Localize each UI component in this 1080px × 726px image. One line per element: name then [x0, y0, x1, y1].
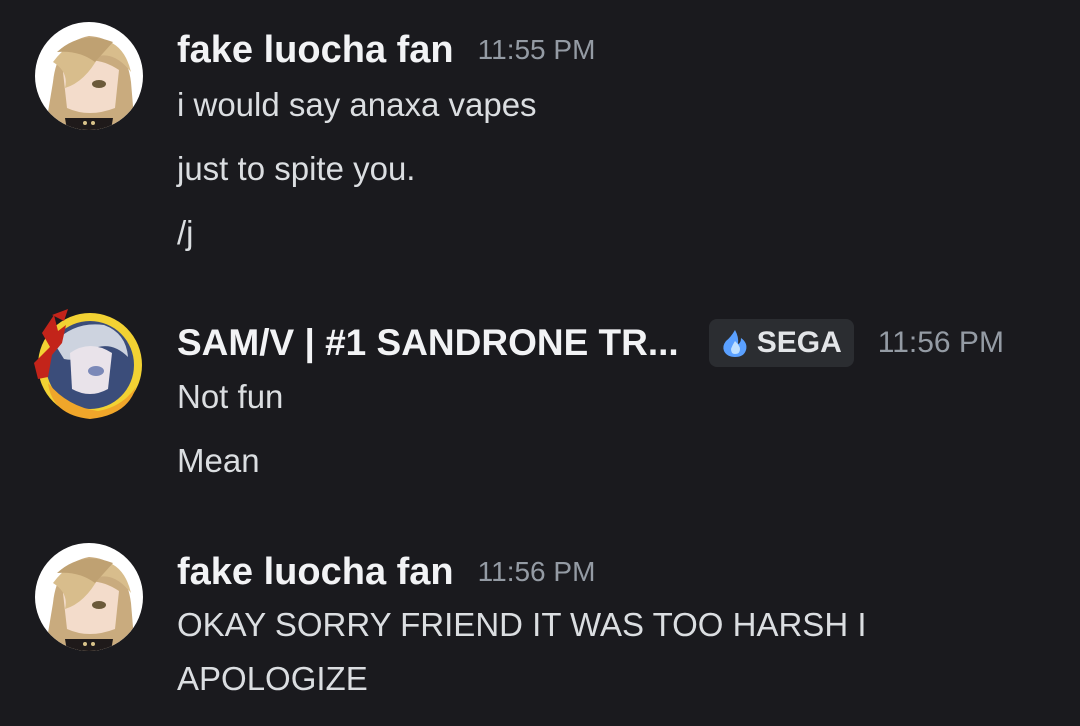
message-text: /j — [177, 214, 194, 251]
message-text: i would say anaxa vapes — [177, 86, 537, 123]
avatar-image — [35, 22, 143, 130]
message-text: APOLOGIZE — [177, 660, 368, 697]
message-text: Mean — [177, 442, 260, 479]
avatar-image — [34, 309, 142, 419]
message-text: just to spite you. — [177, 150, 416, 187]
blue-flame-icon — [723, 330, 747, 357]
message-header: fake luocha fan 11:55 PM — [177, 26, 595, 74]
username[interactable]: SAM/V | #1 SANDRONE TR... — [177, 322, 679, 364]
username[interactable]: fake luocha fan — [177, 29, 454, 72]
username[interactable]: fake luocha fan — [177, 551, 454, 594]
avatar-fake-luocha-fan[interactable] — [35, 543, 143, 651]
tag-label: SEGA — [756, 326, 842, 359]
timestamp[interactable]: 11:55 PM — [478, 34, 596, 66]
avatar-image — [35, 543, 143, 651]
message-text: OKAY SORRY FRIEND IT WAS TOO HARSH I — [177, 606, 867, 643]
server-tag[interactable]: SEGA — [708, 319, 854, 367]
message-header: fake luocha fan 11:56 PM — [177, 548, 595, 596]
message-header: SAM/V | #1 SANDRONE TR... SEGA 11:56 PM — [177, 318, 1004, 368]
avatar-samv[interactable] — [24, 303, 152, 431]
message-text: Not fun — [177, 378, 284, 415]
timestamp[interactable]: 11:56 PM — [878, 326, 1004, 360]
avatar-fake-luocha-fan[interactable] — [35, 22, 143, 130]
timestamp[interactable]: 11:56 PM — [478, 556, 596, 588]
